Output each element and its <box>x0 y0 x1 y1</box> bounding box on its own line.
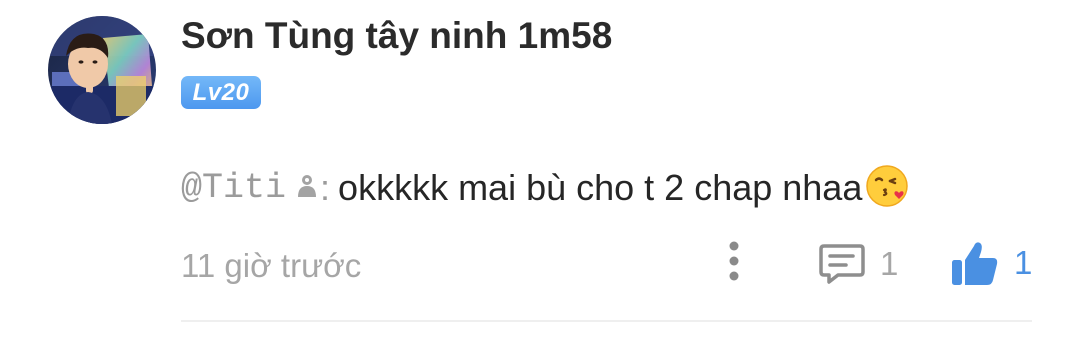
username[interactable]: Sơn Tùng tây ninh 1m58 <box>181 14 612 58</box>
vertical-dots-icon <box>729 241 739 281</box>
divider <box>181 320 1032 322</box>
user-avatar-photo <box>48 16 156 124</box>
more-options-button[interactable] <box>716 238 752 286</box>
timestamp: 11 giờ trước <box>181 247 362 284</box>
avatar[interactable] <box>48 16 156 124</box>
reply-count: 1 <box>880 245 899 282</box>
comment-bubble-icon <box>819 244 865 284</box>
user-silhouette-icon <box>296 173 318 204</box>
like-count: 1 <box>1014 244 1033 281</box>
mention-separator: : <box>320 167 331 208</box>
face-blowing-kiss-emoji <box>864 163 910 214</box>
thumbs-up-icon <box>952 242 998 285</box>
comment-body: @Titi : okkkkk mai bù cho t 2 chap nhaa <box>181 160 910 216</box>
comment-text: okkkkk mai bù cho t 2 chap nhaa <box>338 167 863 208</box>
level-badge: Lv20 <box>181 76 261 109</box>
like-button[interactable]: 1 <box>950 238 1032 288</box>
mention-username[interactable]: @Titi <box>181 168 286 208</box>
reply-button[interactable]: 1 <box>818 240 898 288</box>
